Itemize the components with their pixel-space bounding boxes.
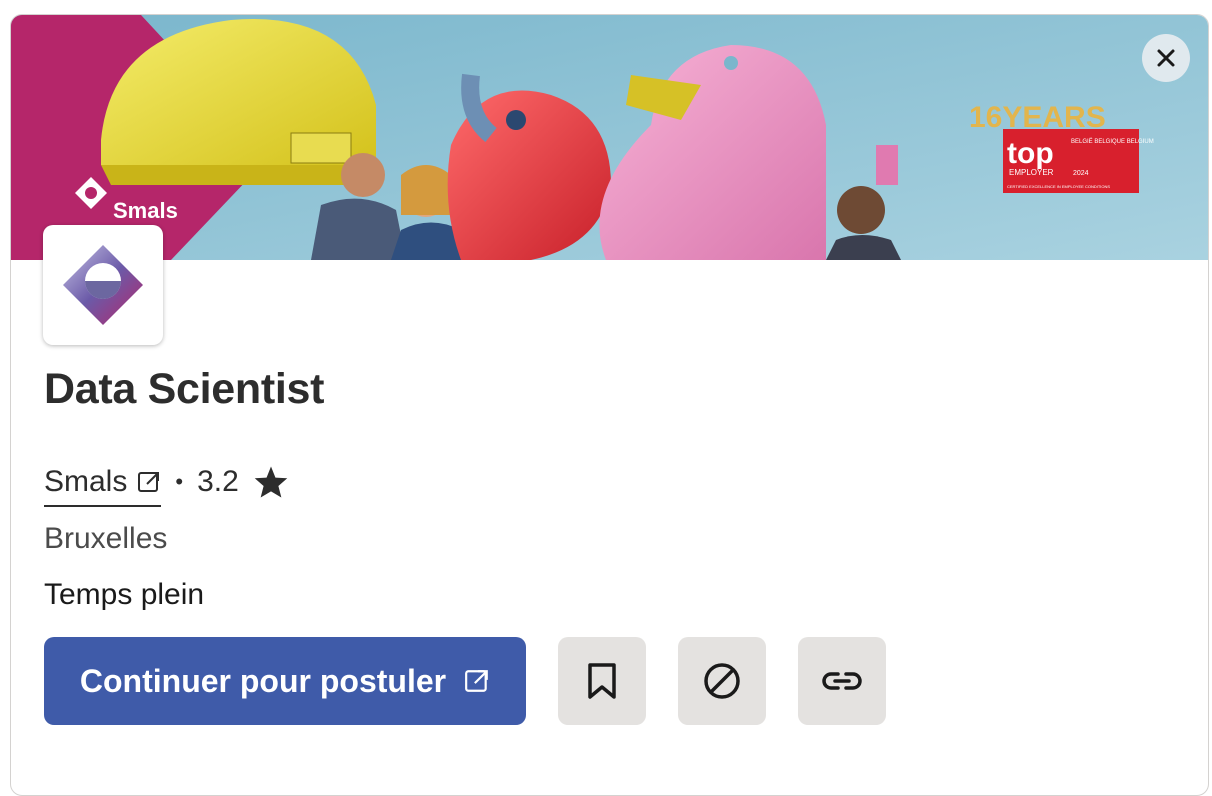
- svg-text:CERTIFIED EXCELLENCE IN EMPLOY: CERTIFIED EXCELLENCE IN EMPLOYEE CONDITI…: [1007, 184, 1110, 189]
- company-link[interactable]: Smals: [44, 465, 162, 507]
- company-name: Smals: [44, 465, 128, 498]
- separator-dot: •: [175, 469, 184, 494]
- close-icon: [1157, 49, 1175, 67]
- apply-button-label: Continuer pour postuler: [79, 662, 447, 699]
- company-logo: [43, 225, 163, 345]
- external-link-icon: [138, 472, 160, 492]
- smals-logo-icon: [63, 245, 143, 325]
- external-link-icon: [465, 670, 488, 692]
- svg-text:top: top: [1007, 137, 1054, 170]
- svg-text:EMPLOYER: EMPLOYER: [1009, 168, 1054, 177]
- svg-text:Smals: Smals: [113, 198, 178, 223]
- save-job-button[interactable]: [558, 637, 646, 725]
- block-icon: [704, 663, 740, 699]
- close-button[interactable]: [1142, 34, 1190, 82]
- job-type: Temps plein: [44, 578, 205, 611]
- link-icon: [822, 672, 862, 690]
- job-detail-card: Smals iety: [10, 14, 1209, 796]
- svg-text:BELGIË BELGIQUE BELGIUM: BELGIË BELGIQUE BELGIUM: [1071, 138, 1154, 145]
- job-title: Data Scientist: [44, 365, 325, 413]
- job-location: Bruxelles: [44, 522, 168, 555]
- star-icon: [253, 465, 289, 499]
- company-rating-line: Smals • 3.2: [44, 459, 289, 507]
- copy-link-button[interactable]: [798, 637, 886, 725]
- company-banner: Smals iety: [11, 15, 1208, 260]
- banner-illustration: Smals iety: [11, 15, 1208, 260]
- bookmark-icon: [588, 663, 616, 699]
- not-interested-button[interactable]: [678, 637, 766, 725]
- apply-button[interactable]: Continuer pour postuler: [44, 637, 526, 725]
- company-rating: 3.2: [197, 465, 239, 498]
- svg-text:2024: 2024: [1073, 170, 1089, 177]
